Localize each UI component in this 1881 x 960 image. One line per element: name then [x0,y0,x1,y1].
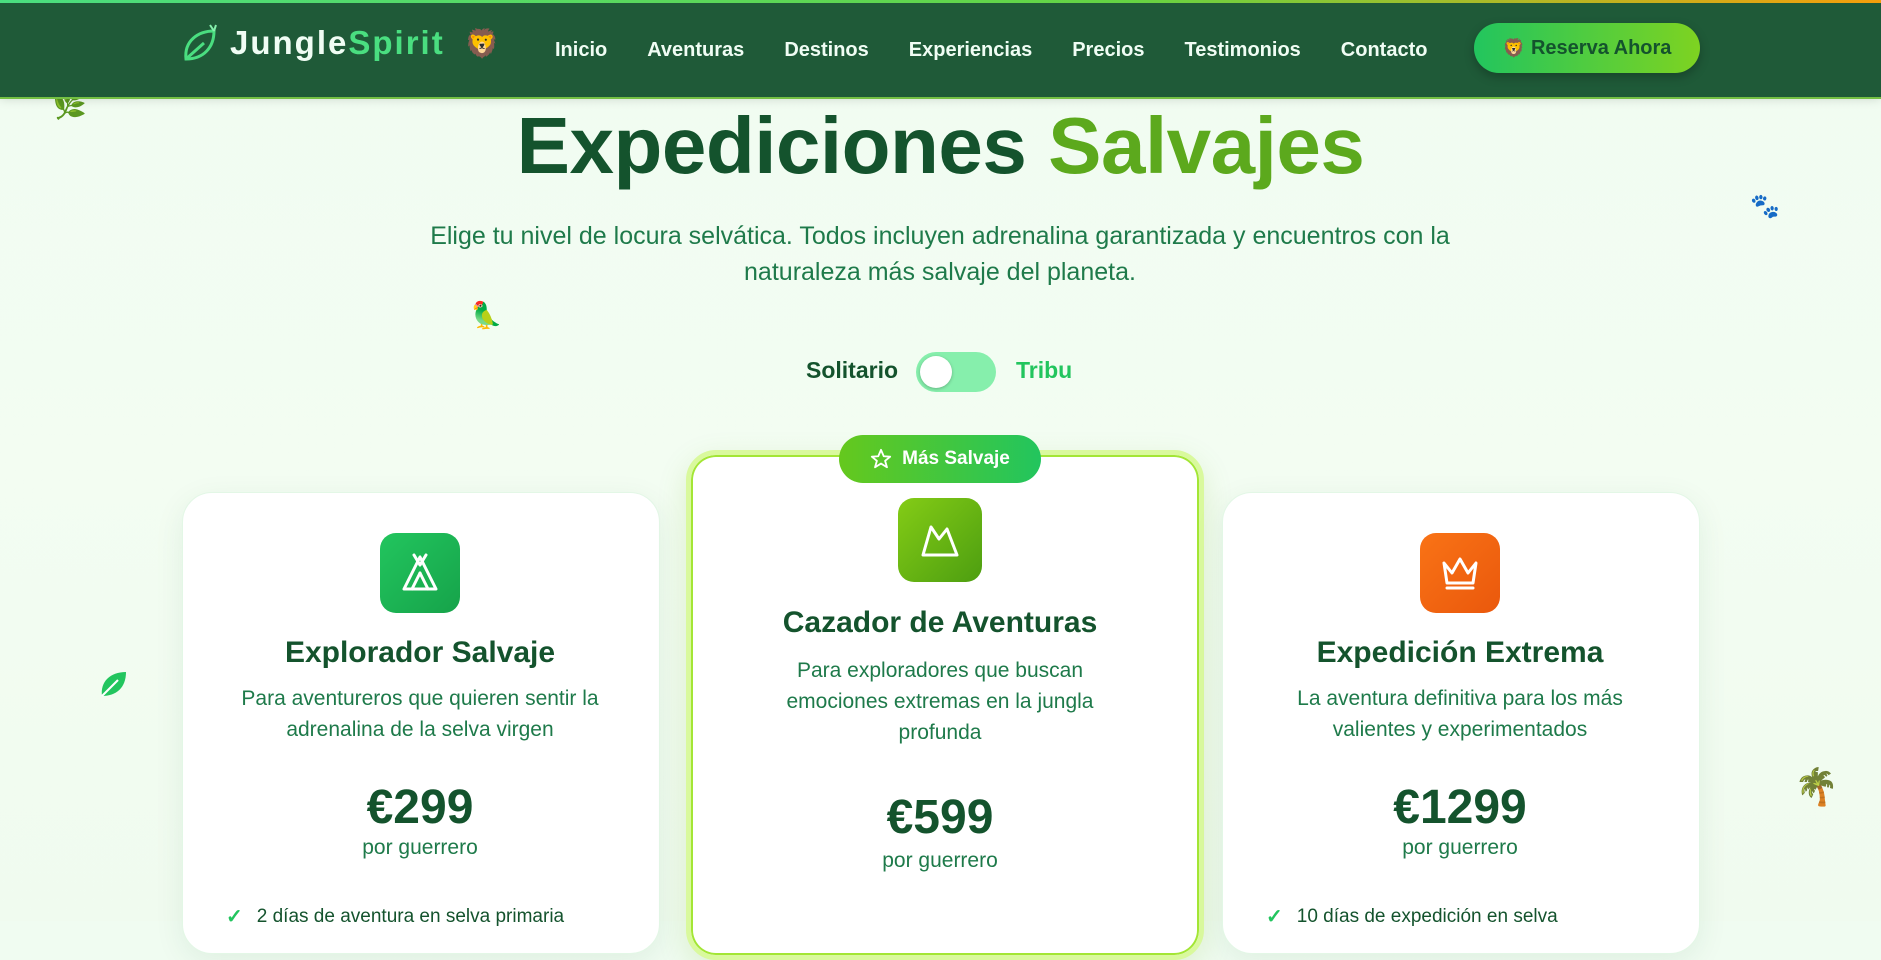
plan-feature-text: 2 días de aventura en selva primaria [256,905,565,927]
nav-testimonios[interactable]: Testimonios [1184,39,1300,62]
nav-experiencias[interactable]: Experiencias [909,39,1032,62]
lion-icon: 🦁 [464,27,500,59]
plan-feature-text: 10 días de expedición en selva [1296,905,1558,927]
plan-title: Expedición Extrema [1316,636,1604,669]
palm-decoration-icon: 🌴 [1794,766,1839,807]
page-subtitle: Elige tu nivel de locura selvática. Todo… [430,222,1450,286]
reserve-now-button[interactable]: 🦁 Reserva Ahora [1474,23,1700,73]
plan-price: €1299 [1393,781,1527,834]
tent-icon [380,533,460,613]
nav-destinos[interactable]: Destinos [784,39,868,62]
nav-precios[interactable]: Precios [1072,39,1144,62]
billing-toggle-switch[interactable] [916,352,996,392]
plan-price: €299 [366,781,474,834]
plan-price: €599 [886,791,994,844]
leaf-logo-icon [184,24,217,61]
plan-title: Explorador Salvaje [284,636,556,669]
check-icon: ✓ [1266,906,1283,928]
toggle-knob [920,356,952,388]
plan-description: Para aventureros que quieren sentir la a… [241,687,599,741]
plan-price-unit: por guerrero [882,849,998,872]
navbar: JungleSpirit 🦁 Inicio Aventuras Destinos… [0,3,1881,97]
plan-description: La aventura definitiva para los más vali… [1297,687,1623,741]
plan-description: Para exploradores que buscan emociones e… [786,659,1094,744]
plan-feature-item: ✓ 2 días de aventura en selva primaria [226,904,564,929]
star-icon [871,448,892,469]
lion-icon: 🦁 [1502,37,1525,58]
page-title: Expediciones Salvajes [516,101,1365,190]
paws-decoration-icon: 🐾 [1750,193,1780,220]
plan-price-unit: por guerrero [362,836,478,859]
nav-contacto[interactable]: Contacto [1341,39,1428,62]
parrot-decoration-icon: 🦜 [470,300,503,330]
toggle-label-tribu[interactable]: Tribu [1016,357,1072,384]
brand-name: JungleSpirit [230,24,445,61]
top-accent-line [0,0,1881,3]
toggle-label-solitario[interactable]: Solitario [806,357,898,384]
most-popular-badge: Más Salvaje [839,435,1041,483]
check-icon: ✓ [226,906,243,928]
crown-icon [1420,533,1500,613]
mountain-icon [898,498,982,582]
plan-title: Cazador de Aventuras [782,606,1098,639]
badge-label: Más Salvaje [902,448,1010,469]
navbar-underline [0,97,1881,99]
plan-price-unit: por guerrero [1402,836,1518,859]
reserve-now-label: Reserva Ahora [1530,36,1672,59]
leaf-decoration-icon [101,672,126,697]
nav-aventuras[interactable]: Aventuras [647,39,744,62]
billing-toggle-row: Solitario Tribu [0,350,1881,394]
plan-feature-item: ✓ 10 días de expedición en selva [1266,904,1558,929]
main-nav: Inicio Aventuras Destinos Experiencias P… [555,3,1467,97]
nav-inicio[interactable]: Inicio [555,39,607,62]
brand-logo[interactable]: JungleSpirit 🦁 [180,21,500,65]
